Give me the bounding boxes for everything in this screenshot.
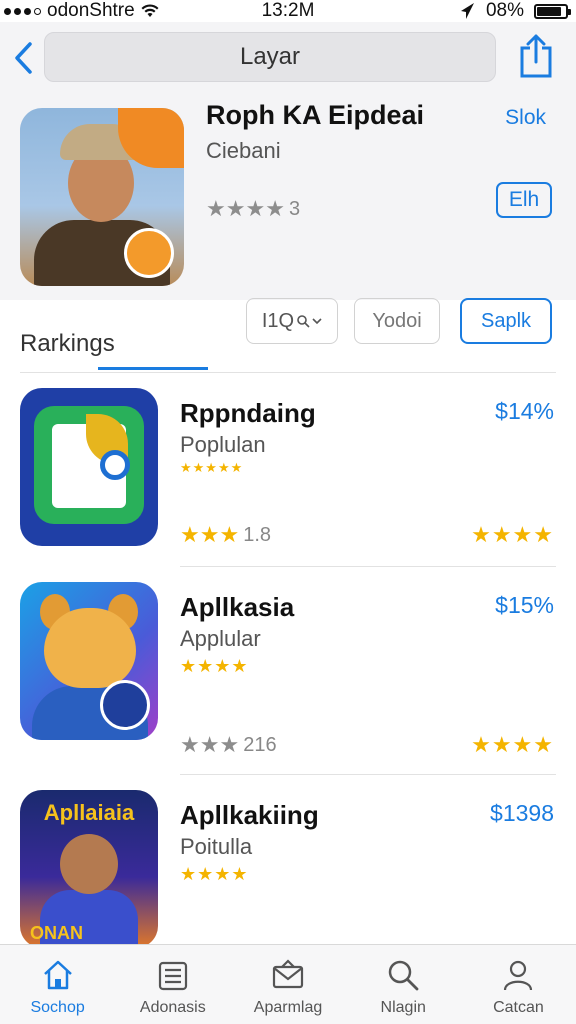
rating-stars-icon: ★★★ xyxy=(180,732,239,758)
star-filled-icon: ★ xyxy=(199,522,220,547)
star-filled-icon: ★ xyxy=(199,732,220,757)
app-icon-title: Apllaiaia xyxy=(43,800,135,825)
tab-label: Adonasis xyxy=(139,999,206,1016)
list-item[interactable]: Apllaiaia ONAN Apllkakiing Poitulla $139… xyxy=(0,790,576,970)
right-stars-icon: ★★★★ xyxy=(471,522,554,547)
tab-catcan[interactable]: Catcan xyxy=(461,945,576,1024)
app-icon-caption: ONAN xyxy=(30,923,83,943)
mail-icon xyxy=(272,959,304,989)
header-area: Layar xyxy=(0,22,576,300)
app-icon[interactable] xyxy=(20,582,158,740)
mini-stars-icon: ★★★★ xyxy=(180,656,249,676)
tab-label: Sochop xyxy=(30,999,85,1016)
star-filled-icon: ★ xyxy=(206,196,226,221)
person-icon xyxy=(504,960,533,991)
share-icon[interactable] xyxy=(518,34,554,78)
featured-app-subtitle: Ciebani xyxy=(206,138,281,163)
tab-label: Catcan xyxy=(493,999,544,1016)
back-chevron-icon[interactable] xyxy=(10,38,38,78)
rating-value: 216 xyxy=(243,733,277,756)
location-arrow-icon xyxy=(460,3,474,19)
tab-sochop[interactable]: Sochop xyxy=(0,945,115,1024)
featured-app-rating: ★★★★ 3 xyxy=(206,196,300,222)
app-badge-icon xyxy=(100,680,150,730)
divider xyxy=(180,566,556,567)
app-rating: ★★★ 1.8 xyxy=(180,522,271,548)
rating-value: 1.8 xyxy=(243,523,272,546)
tab-label: Aparmlag xyxy=(253,999,323,1016)
app-name[interactable]: Rppndaing xyxy=(180,398,316,429)
divider xyxy=(20,372,556,373)
status-bar: odonShtre 13:2M 08% xyxy=(0,0,576,22)
rankings-underline xyxy=(98,367,208,370)
star-filled-icon: ★ xyxy=(219,732,240,757)
app-icon[interactable] xyxy=(20,388,158,546)
tab-adonasis[interactable]: Adonasis xyxy=(115,945,230,1024)
battery-percent: 08% xyxy=(485,0,524,21)
app-price[interactable]: $1398 xyxy=(490,800,554,827)
segment-filter-3[interactable]: Saplk xyxy=(460,298,552,344)
segment-label: Saplk xyxy=(480,309,532,332)
app-icon[interactable]: Apllaiaia ONAN xyxy=(20,790,158,948)
mini-stars-icon: ★★★★★ xyxy=(180,460,244,475)
home-icon xyxy=(43,960,72,990)
segment-filter-1[interactable]: I1Q xyxy=(246,298,338,344)
featured-link[interactable]: Slok xyxy=(505,106,546,130)
featured-get-button[interactable]: Elh xyxy=(496,182,552,218)
star-filled-icon: ★ xyxy=(180,522,200,547)
rating-stars-icon: ★★★ xyxy=(180,522,239,548)
app-badge-icon xyxy=(124,228,174,278)
app-price[interactable]: $15% xyxy=(495,592,554,619)
segment-filter-2[interactable]: Yodoi xyxy=(354,298,440,344)
app-name[interactable]: Apllkasia xyxy=(180,592,294,623)
star-filled-icon: ★ xyxy=(180,732,200,757)
chevron-down-icon xyxy=(312,318,322,325)
featured-app-icon[interactable] xyxy=(20,108,184,286)
battery-fill xyxy=(537,6,561,16)
rankings-heading: Rarkings xyxy=(20,330,115,357)
app-category: Poplulan xyxy=(180,432,266,457)
app-name[interactable]: Apllkakiing xyxy=(180,800,319,831)
app-price[interactable]: $14% xyxy=(495,398,554,425)
right-stars-icon: ★★★★ xyxy=(471,732,554,757)
star-filled-icon: ★ xyxy=(225,196,246,221)
segment-label: I1Q xyxy=(261,309,295,332)
search-icon xyxy=(388,960,419,991)
app-rating: ★★★ 216 xyxy=(180,732,277,758)
search-field[interactable]: Layar xyxy=(44,32,496,82)
battery-icon xyxy=(534,3,571,19)
star-empty-icon: ★ xyxy=(265,196,285,221)
search-field-text: Layar xyxy=(239,43,301,70)
star-filled-icon: ★ xyxy=(219,522,240,547)
featured-rating-value: 3 xyxy=(288,197,301,220)
tab-aparmlag[interactable]: Aparmlag xyxy=(230,945,345,1024)
status-right: 08% xyxy=(460,0,571,22)
tab-nlagin[interactable]: Nlagin xyxy=(346,945,461,1024)
segment-label: Yodoi xyxy=(372,309,422,332)
list-item[interactable]: Rppndaing Poplulan $14% ★★★★★ ★★★ 1.8 ★★… xyxy=(0,388,576,568)
mini-stars-icon: ★★★★ xyxy=(180,864,249,884)
rating-stars-icon: ★★★★ xyxy=(206,196,285,222)
divider xyxy=(180,774,556,775)
tab-bar: Sochop Adonasis Aparmlag Nlagin Catcan xyxy=(0,944,576,1024)
list-item[interactable]: Apllkasia Applular $15% ★★★★ ★★★ 216 ★★★… xyxy=(0,582,576,775)
list-icon xyxy=(158,961,187,991)
tab-label: Nlagin xyxy=(380,999,426,1016)
app-category: Poitulla xyxy=(180,834,253,859)
app-category: Applular xyxy=(180,626,261,651)
featured-get-button-label: Elh xyxy=(508,188,540,211)
star-filled-icon: ★ xyxy=(245,196,266,221)
search-small-icon xyxy=(297,315,310,328)
featured-app-title[interactable]: Roph KA Eipdeai xyxy=(206,100,424,131)
